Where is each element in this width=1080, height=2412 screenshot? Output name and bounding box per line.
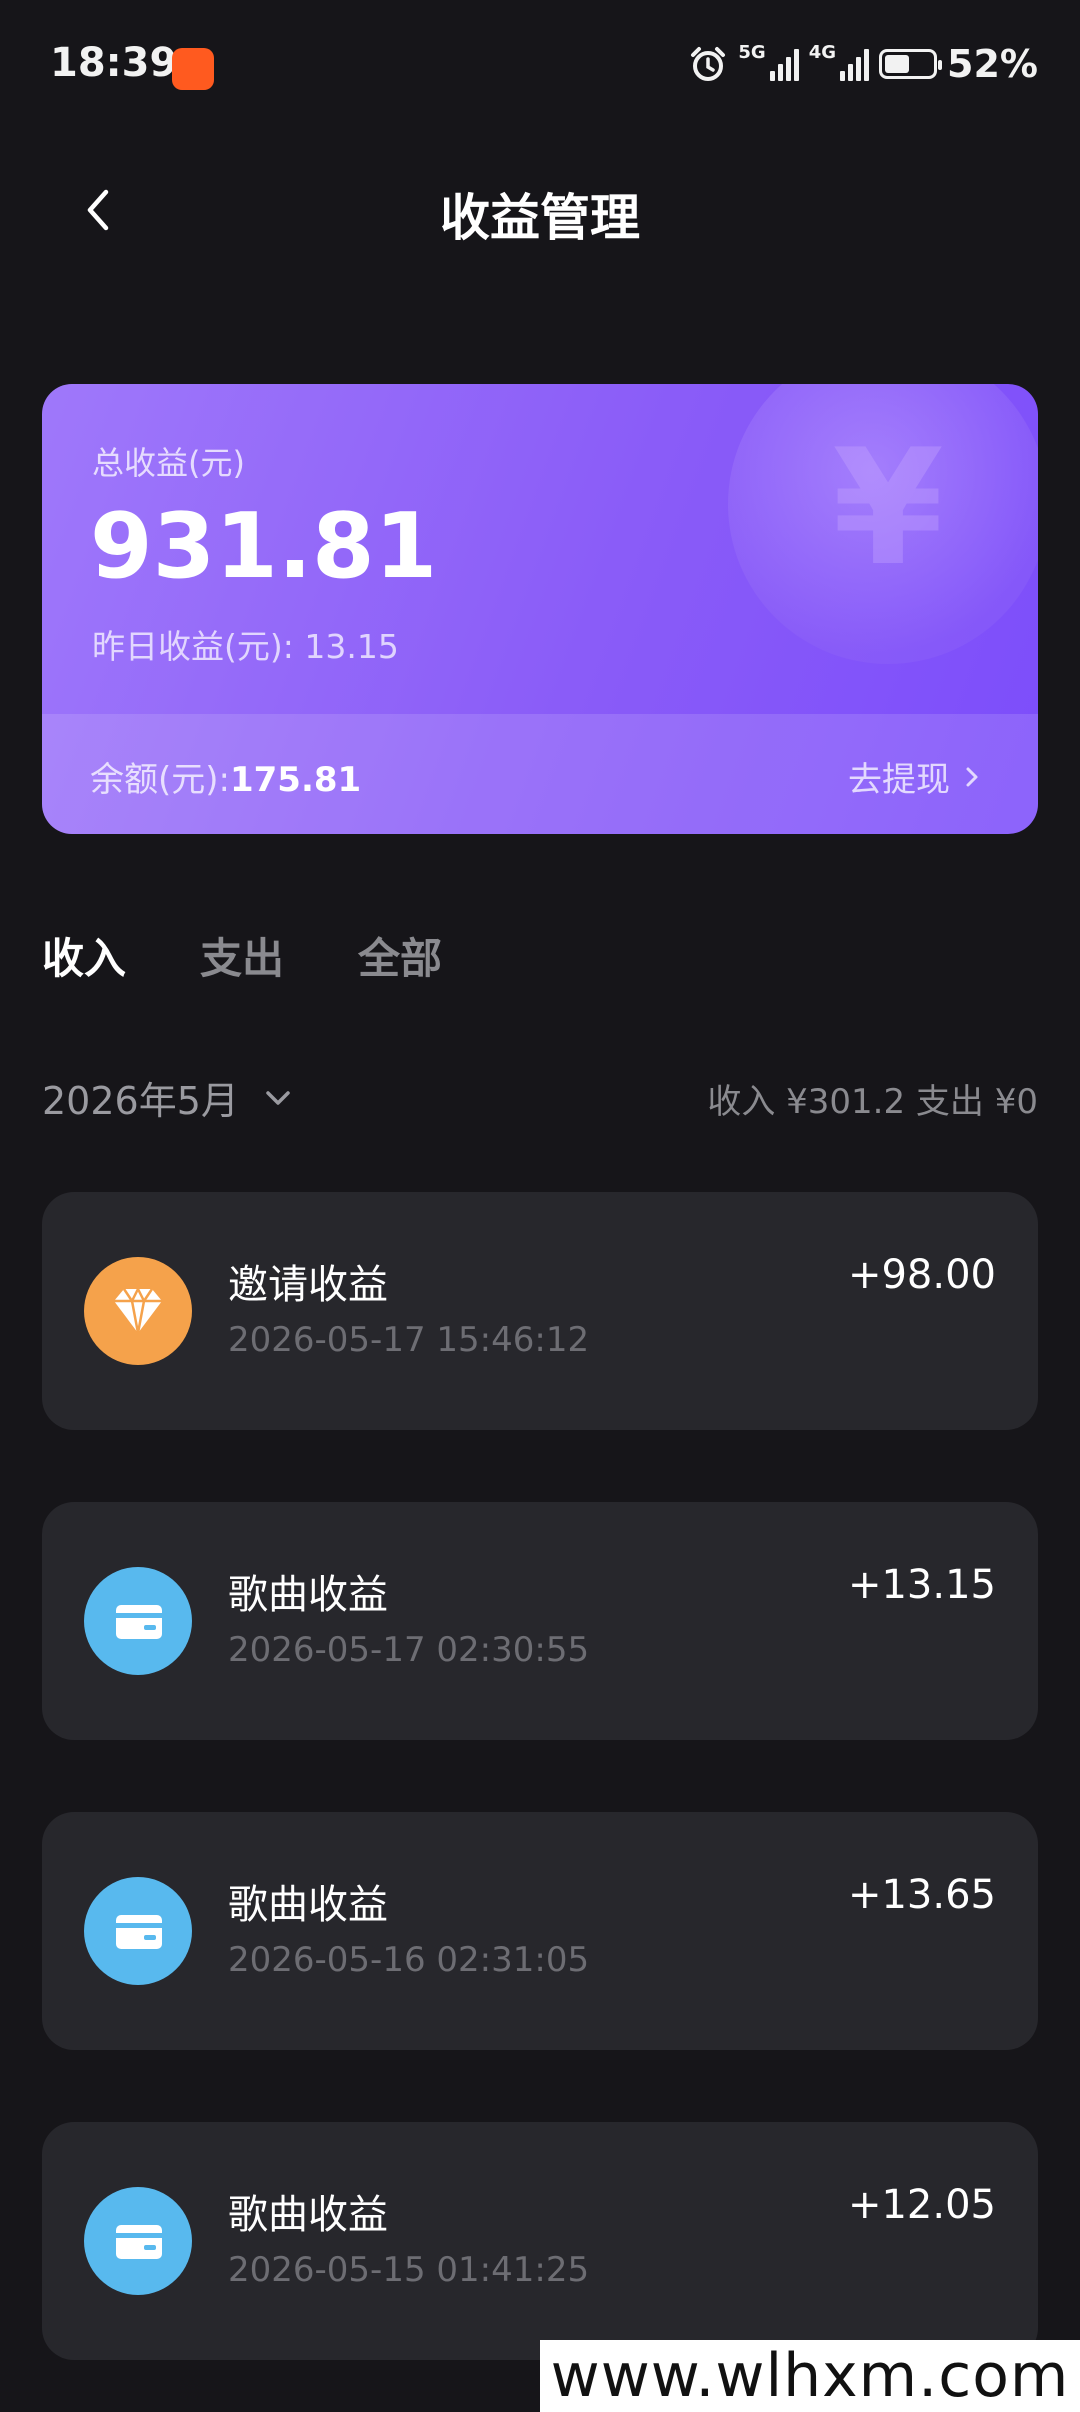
record-title: 歌曲收益 [228, 1572, 388, 1618]
network-type-2: 4G [808, 41, 837, 63]
record-time: 2026-05-17 15:46:12 [228, 1320, 590, 1360]
alarm-icon [691, 47, 726, 81]
earnings-page: 18:39 5G 4G 52% 收益管理 ¥ 总收益(元) 931.81 昨日收… [0, 0, 1080, 2412]
page-title: 收益管理 [440, 189, 640, 247]
month-filter-row: 2026年5月 收入 ¥301.2 支出 ¥0 [42, 1070, 1038, 1126]
status-bar: 18:39 5G 4G 52% [0, 0, 1080, 135]
wallet-icon [84, 2187, 192, 2295]
record-amount: +13.65 [847, 1872, 996, 1918]
withdraw-label: 去提现 [848, 760, 950, 800]
card-footer: 余额(元):175.81 去提现 [42, 714, 1038, 834]
transaction-tabs: 收入 支出 全部 [42, 925, 442, 986]
record-time: 2026-05-17 02:30:55 [228, 1630, 590, 1670]
record-title: 歌曲收益 [228, 2192, 388, 2238]
wallet-icon [84, 1567, 192, 1675]
list-item[interactable]: 歌曲收益 2026-05-17 02:30:55 +13.15 [42, 1502, 1038, 1740]
record-time: 2026-05-15 01:41:25 [228, 2250, 590, 2290]
tab-all[interactable]: 全部 [358, 925, 442, 986]
tab-expense[interactable]: 支出 [200, 925, 284, 986]
list-item[interactable]: 歌曲收益 2026-05-15 01:41:25 +12.05 [42, 2122, 1038, 2360]
earnings-summary-card: ¥ 总收益(元) 931.81 昨日收益(元): 13.15 余额(元):175… [42, 384, 1038, 834]
network-type-1: 5G [738, 41, 766, 63]
chevron-down-icon [266, 1090, 290, 1105]
status-indicators: 5G 4G 52% [688, 42, 1038, 86]
month-summary: 收入 ¥301.2 支出 ¥0 [707, 1082, 1038, 1122]
signal-strength-1-icon [769, 47, 799, 81]
record-amount: +98.00 [847, 1252, 996, 1298]
month-label: 2026年5月 [42, 1079, 239, 1123]
tab-income[interactable]: 收入 [42, 925, 126, 986]
record-title: 歌曲收益 [228, 1882, 388, 1928]
total-earnings-value: 931.81 [90, 494, 438, 599]
list-item[interactable]: 邀请收益 2026-05-17 15:46:12 +98.00 [42, 1192, 1038, 1430]
month-selector[interactable]: 2026年5月 [42, 1070, 293, 1125]
list-item[interactable]: 歌曲收益 2026-05-16 02:31:05 +13.65 [42, 1812, 1038, 2050]
yesterday-earnings: 昨日收益(元): 13.15 [92, 627, 399, 666]
record-amount: +12.05 [847, 2182, 996, 2228]
balance-value: 175.81 [229, 760, 362, 800]
battery-percentage: 52% [947, 42, 1038, 86]
watermark: www.wlhxm.com [540, 2340, 1080, 2412]
record-amount: +13.15 [847, 1562, 996, 1608]
app-notification-icon [172, 48, 214, 90]
chevron-right-icon [966, 767, 978, 786]
battery-level [885, 55, 909, 73]
signal-strength-2-icon [840, 47, 870, 81]
record-time: 2026-05-16 02:31:05 [228, 1940, 590, 1980]
status-time: 18:39 [50, 40, 178, 86]
balance: 余额(元):175.81 [90, 752, 361, 801]
battery-icon [879, 49, 943, 79]
total-earnings-label: 总收益(元) [92, 444, 245, 482]
withdraw-button[interactable]: 去提现 [848, 752, 982, 801]
top-nav-bar: 收益管理 [0, 150, 1080, 270]
diamond-icon [84, 1257, 192, 1365]
wallet-icon [84, 1877, 192, 1985]
balance-label: 余额(元): [90, 760, 230, 800]
yuan-coin-icon: ¥ [728, 384, 1038, 664]
record-title: 邀请收益 [228, 1262, 388, 1308]
